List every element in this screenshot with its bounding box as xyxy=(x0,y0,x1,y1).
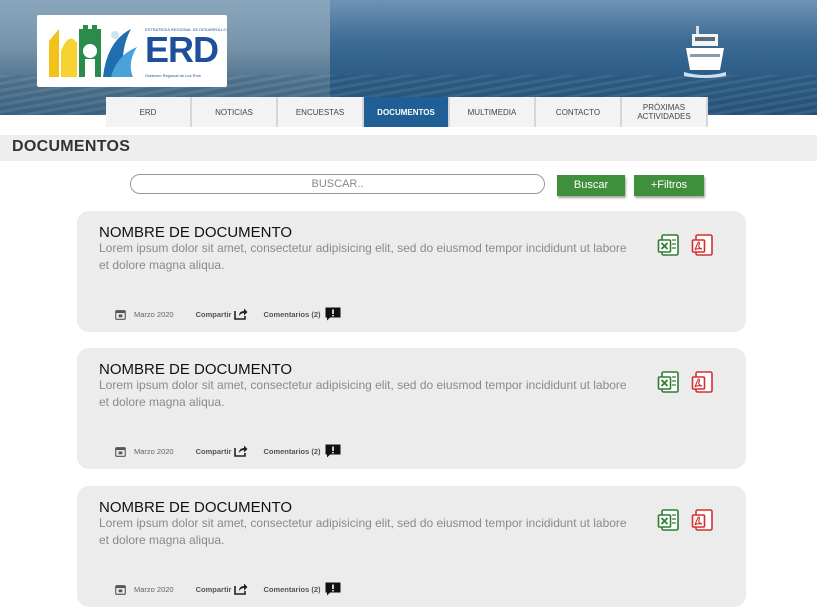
logo-title: ERD xyxy=(145,29,219,70)
search-button[interactable]: Buscar xyxy=(557,175,625,196)
calendar-icon xyxy=(115,309,126,320)
document-card: NOMBRE DE DOCUMENTO Lorem ipsum dolor si… xyxy=(77,211,746,332)
comments-label[interactable]: Comentarios (2) xyxy=(263,310,320,319)
document-description: Lorem ipsum dolor sit amet, consectetur … xyxy=(99,516,627,547)
document-description: Lorem ipsum dolor sit amet, consectetur … xyxy=(99,378,627,409)
filters-button[interactable]: +Filtros xyxy=(634,175,704,196)
main-nav: ERD NOTICIAS ENCUESTAS DOCUMENTOS MULTIM… xyxy=(106,97,708,127)
nav-item-documentos[interactable]: DOCUMENTOS xyxy=(364,97,450,127)
section-header: DOCUMENTOS xyxy=(0,135,817,161)
comment-icon[interactable] xyxy=(325,307,341,321)
calendar-icon xyxy=(115,446,126,457)
logo-subtitle: Gobierno Regional de Los Ríos xyxy=(145,73,201,78)
calendar-icon xyxy=(115,584,126,595)
document-meta: Marzo 2020 Compartir Comentarios (2) xyxy=(115,582,341,596)
excel-icon[interactable] xyxy=(657,370,681,394)
document-meta: Marzo 2020 Compartir Comentarios (2) xyxy=(115,444,341,458)
document-date: Marzo 2020 xyxy=(134,584,174,594)
erd-logo[interactable]: ESTRATEGIA REGIONAL DE DESARROLLO ERD Go… xyxy=(37,15,227,87)
share-label[interactable]: Compartir xyxy=(196,585,232,594)
page-title: DOCUMENTOS xyxy=(12,138,131,155)
share-label[interactable]: Compartir xyxy=(196,310,232,319)
document-title[interactable]: NOMBRE DE DOCUMENTO xyxy=(99,499,292,516)
nav-item-encuestas[interactable]: ENCUESTAS xyxy=(278,97,364,127)
nav-item-multimedia[interactable]: MULTIMEDIA xyxy=(450,97,536,127)
share-icon[interactable] xyxy=(234,445,248,457)
boat-image xyxy=(684,26,726,78)
nav-item-erd[interactable]: ERD xyxy=(106,97,192,127)
document-description: Lorem ipsum dolor sit amet, consectetur … xyxy=(99,241,627,272)
document-card: NOMBRE DE DOCUMENTO Lorem ipsum dolor si… xyxy=(77,486,746,607)
share-icon[interactable] xyxy=(234,308,248,320)
document-date: Marzo 2020 xyxy=(134,446,174,456)
document-card: NOMBRE DE DOCUMENTO Lorem ipsum dolor si… xyxy=(77,348,746,469)
share-label[interactable]: Compartir xyxy=(196,447,232,456)
pdf-icon[interactable] xyxy=(691,508,715,532)
excel-icon[interactable] xyxy=(657,233,681,257)
comments-label[interactable]: Comentarios (2) xyxy=(263,447,320,456)
document-title[interactable]: NOMBRE DE DOCUMENTO xyxy=(99,361,292,378)
document-title[interactable]: NOMBRE DE DOCUMENTO xyxy=(99,224,292,241)
search-input[interactable]: BUSCAR.. xyxy=(130,174,545,194)
pdf-icon[interactable] xyxy=(691,370,715,394)
nav-item-noticias[interactable]: NOTICIAS xyxy=(192,97,278,127)
comment-icon[interactable] xyxy=(325,444,341,458)
nav-item-contacto[interactable]: CONTACTO xyxy=(536,97,622,127)
pdf-icon[interactable] xyxy=(691,233,715,257)
excel-icon[interactable] xyxy=(657,508,681,532)
comment-icon[interactable] xyxy=(325,582,341,596)
share-icon[interactable] xyxy=(234,583,248,595)
document-date: Marzo 2020 xyxy=(134,309,174,319)
nav-item-proximas-actividades[interactable]: PRÓXIMAS ACTIVIDADES xyxy=(622,97,708,127)
logo-mark-icon xyxy=(49,25,137,77)
comments-label[interactable]: Comentarios (2) xyxy=(263,585,320,594)
document-meta: Marzo 2020 Compartir Comentarios (2) xyxy=(115,307,341,321)
